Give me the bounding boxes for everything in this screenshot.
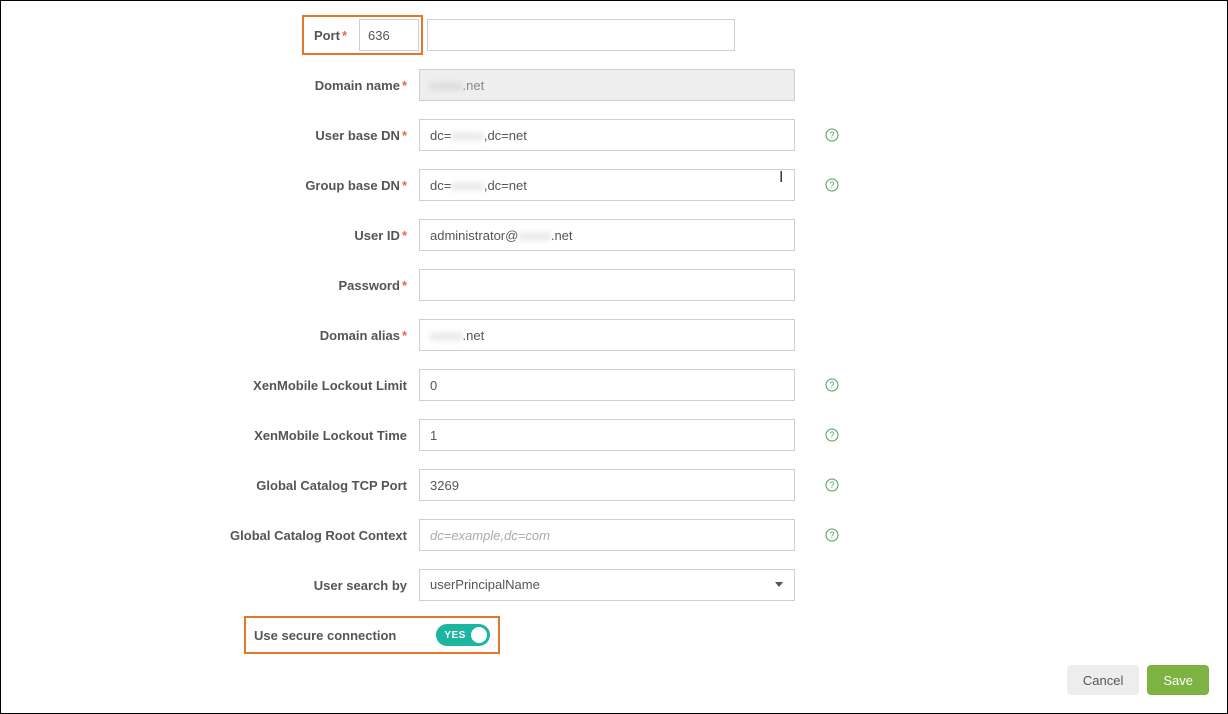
row-catalog-tcp: Global Catalog TCP Port ? (1, 469, 1227, 501)
domain-alias-input[interactable]: xxxxx.net (419, 319, 795, 351)
help-icon[interactable]: ? (825, 528, 839, 542)
user-base-dn-input[interactable]: dc=xxxxx,dc=net (419, 119, 795, 151)
user-id-input[interactable]: administrator@xxxxx.net (419, 219, 795, 251)
row-user-id: User ID* administrator@xxxxx.net (1, 219, 1227, 251)
required-marker: * (402, 328, 407, 343)
port-input[interactable] (359, 19, 419, 51)
cancel-button[interactable]: Cancel (1067, 665, 1139, 695)
footer-buttons: Cancel Save (1067, 665, 1209, 695)
row-password: Password* (1, 269, 1227, 301)
label-domain-alias: Domain alias* (1, 328, 419, 343)
help-icon[interactable]: ? (825, 478, 839, 492)
svg-text:?: ? (829, 430, 834, 440)
password-input[interactable] (419, 269, 795, 301)
port-extra-input[interactable] (427, 19, 735, 51)
help-icon[interactable]: ? (825, 378, 839, 392)
label-user-id: User ID* (1, 228, 419, 243)
lockout-time-input[interactable] (419, 419, 795, 451)
svg-text:?: ? (829, 480, 834, 490)
help-icon[interactable]: ? (825, 428, 839, 442)
highlight-port: Port* (302, 15, 423, 55)
secure-connection-toggle[interactable]: YES (436, 624, 490, 646)
required-marker: * (402, 128, 407, 143)
required-marker: * (402, 178, 407, 193)
row-secure-connection: Use secure connection YES (1, 619, 1227, 651)
label-catalog-tcp: Global Catalog TCP Port (1, 478, 419, 493)
catalog-tcp-input[interactable] (419, 469, 795, 501)
svg-text:?: ? (829, 530, 834, 540)
required-marker: * (402, 228, 407, 243)
label-catalog-root: Global Catalog Root Context (1, 528, 419, 543)
row-user-search: User search by userPrincipalName (1, 569, 1227, 601)
label-domain-name: Domain name* (1, 78, 419, 93)
row-port: Port* (1, 19, 1227, 51)
help-icon[interactable]: ? (825, 128, 839, 142)
group-base-dn-input[interactable]: dc=xxxxx,dc=net (419, 169, 795, 201)
required-marker: * (402, 78, 407, 93)
svg-text:?: ? (829, 130, 834, 140)
row-lockout-time: XenMobile Lockout Time ? (1, 419, 1227, 451)
form-container: Port* Domain name* xxxxx.net User base D… (0, 0, 1228, 714)
lockout-limit-input[interactable] (419, 369, 795, 401)
row-user-base-dn: User base DN* dc=xxxxx,dc=net ? (1, 119, 1227, 151)
label-lockout-time: XenMobile Lockout Time (1, 428, 419, 443)
label-password: Password* (1, 278, 419, 293)
label-secure-connection: Use secure connection (254, 628, 396, 643)
row-group-base-dn: Group base DN* dc=xxxxx,dc=net ? (1, 169, 1227, 201)
label-lockout-limit: XenMobile Lockout Limit (1, 378, 419, 393)
user-search-select[interactable]: userPrincipalName (419, 569, 795, 601)
row-domain-name: Domain name* xxxxx.net (1, 69, 1227, 101)
svg-text:?: ? (829, 380, 834, 390)
required-marker: * (342, 28, 347, 43)
required-marker: * (402, 278, 407, 293)
label-user-base-dn: User base DN* (1, 128, 419, 143)
label-user-search: User search by (1, 578, 419, 593)
row-domain-alias: Domain alias* xxxxx.net (1, 319, 1227, 351)
row-catalog-root: Global Catalog Root Context ? (1, 519, 1227, 551)
label-port: Port* (314, 28, 359, 43)
domain-name-input[interactable]: xxxxx.net (419, 69, 795, 101)
label-group-base-dn: Group base DN* (1, 178, 419, 193)
save-button[interactable]: Save (1147, 665, 1209, 695)
catalog-root-input[interactable] (419, 519, 795, 551)
row-lockout-limit: XenMobile Lockout Limit ? (1, 369, 1227, 401)
svg-text:?: ? (829, 180, 834, 190)
highlight-secure: Use secure connection YES (244, 616, 500, 654)
help-icon[interactable]: ? (825, 178, 839, 192)
chevron-down-icon (775, 582, 783, 587)
